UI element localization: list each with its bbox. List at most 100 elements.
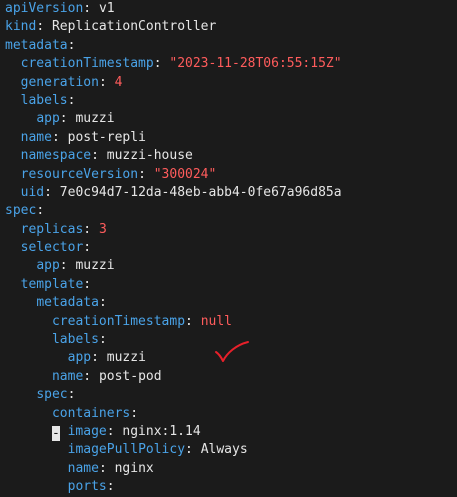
- yaml-value: nginx: [114, 460, 154, 476]
- yaml-value: muzzi: [75, 258, 115, 274]
- yaml-line[interactable]: creationTimestamp: null: [0, 313, 457, 331]
- yaml-colon: :: [185, 313, 201, 329]
- yaml-key: image: [67, 423, 107, 439]
- yaml-line[interactable]: selector:: [0, 239, 457, 257]
- yaml-key: uid: [20, 184, 45, 200]
- yaml-colon: :: [153, 56, 170, 72]
- yaml-key: labels: [51, 332, 99, 348]
- yaml-key: metadata: [5, 37, 68, 53]
- yaml-value: 3: [98, 221, 107, 237]
- yaml-colon: :: [138, 166, 154, 182]
- yaml-value: v1: [98, 1, 115, 16]
- yaml-colon: :: [83, 1, 99, 16]
- yaml-line[interactable]: app: muzzi: [0, 257, 457, 275]
- yaml-key: creationTimestamp: [20, 56, 154, 72]
- yaml-colon: :: [67, 387, 76, 403]
- yaml-line[interactable]: generation: 4: [0, 74, 457, 92]
- yaml-line[interactable]: app: muzzi: [0, 110, 457, 128]
- yaml-value: null: [200, 313, 232, 329]
- yaml-colon: :: [59, 258, 76, 274]
- yaml-key: name: [67, 460, 99, 476]
- yaml-line[interactable]: containers:: [0, 405, 457, 423]
- yaml-key: replicas: [20, 221, 84, 237]
- yaml-key: ports: [67, 479, 107, 495]
- yaml-line[interactable]: ports:: [0, 478, 457, 496]
- yaml-key: app: [36, 111, 60, 127]
- yaml-line[interactable]: apiVersion: v1: [0, 0, 457, 18]
- yaml-line[interactable]: name: post-repli: [0, 129, 457, 147]
- yaml-line[interactable]: replicas: 3: [0, 221, 457, 239]
- yaml-key: metadata: [36, 295, 99, 311]
- yaml-colon: :: [98, 295, 107, 311]
- yaml-colon: :: [185, 442, 201, 458]
- yaml-line[interactable]: resourceVersion: "300024": [0, 166, 457, 184]
- yaml-colon: :: [59, 111, 76, 127]
- yaml-line[interactable]: uid: 7e0c94d7-12da-48eb-abb4-0fe67a96d85…: [0, 184, 457, 202]
- yaml-key: name: [20, 129, 52, 145]
- yaml-line[interactable]: spec:: [0, 202, 457, 220]
- yaml-value: muzzi: [106, 350, 146, 366]
- yaml-colon: :: [83, 276, 92, 292]
- yaml-key: apiVersion: [5, 1, 84, 16]
- yaml-line[interactable]: - image: nginx:1.14: [0, 423, 457, 441]
- yaml-value: ReplicationController: [51, 19, 217, 35]
- yaml-key: generation: [20, 74, 99, 90]
- yaml-colon: :: [67, 92, 76, 108]
- yaml-value: muzzi-house: [106, 148, 193, 164]
- checkmark-icon: [215, 341, 249, 362]
- yaml-colon: :: [106, 423, 123, 439]
- yaml-line[interactable]: name: post-pod: [0, 368, 457, 386]
- yaml-line[interactable]: metadata:: [0, 294, 457, 312]
- yaml-colon: :: [36, 19, 52, 35]
- yaml-line[interactable]: creationTimestamp: "2023-11-28T06:55:15Z…: [0, 55, 457, 73]
- yaml-value: Always: [200, 442, 248, 458]
- yaml-colon: :: [106, 479, 115, 495]
- yaml-line[interactable]: imagePullPolicy: Always: [0, 441, 457, 459]
- yaml-line[interactable]: metadata:: [0, 37, 457, 55]
- yaml-colon: :: [83, 240, 92, 256]
- yaml-colon: :: [36, 203, 45, 219]
- yaml-key: selector: [20, 240, 84, 256]
- yaml-value: "2023-11-28T06:55:15Z": [169, 56, 342, 72]
- yaml-value: post-repli: [67, 129, 146, 145]
- yaml-colon: :: [91, 350, 107, 366]
- yaml-value: nginx:1.14: [122, 423, 201, 439]
- yaml-colon: :: [98, 460, 115, 476]
- yaml-colon: :: [67, 37, 76, 53]
- yaml-line[interactable]: name: nginx: [0, 460, 457, 478]
- yaml-key: namespace: [20, 148, 92, 164]
- yaml-line[interactable]: spec:: [0, 386, 457, 404]
- yaml-value: 7e0c94d7-12da-48eb-abb4-0fe67a96d85a: [59, 184, 342, 200]
- yaml-key: creationTimestamp: [51, 313, 186, 329]
- yaml-key: kind: [5, 19, 37, 35]
- yaml-line[interactable]: kind: ReplicationController: [0, 18, 457, 36]
- cursor-space: [60, 424, 68, 439]
- yaml-key: spec: [36, 387, 68, 403]
- yaml-colon: :: [98, 74, 115, 90]
- yaml-key: spec: [5, 203, 37, 219]
- yaml-colon: :: [83, 368, 99, 384]
- yaml-line[interactable]: labels:: [0, 92, 457, 110]
- yaml-colon: :: [44, 184, 60, 200]
- yaml-line[interactable]: template:: [0, 276, 457, 294]
- yaml-colon: :: [51, 129, 68, 145]
- yaml-line[interactable]: namespace: muzzi-house: [0, 147, 457, 165]
- text-cursor: -: [51, 425, 60, 441]
